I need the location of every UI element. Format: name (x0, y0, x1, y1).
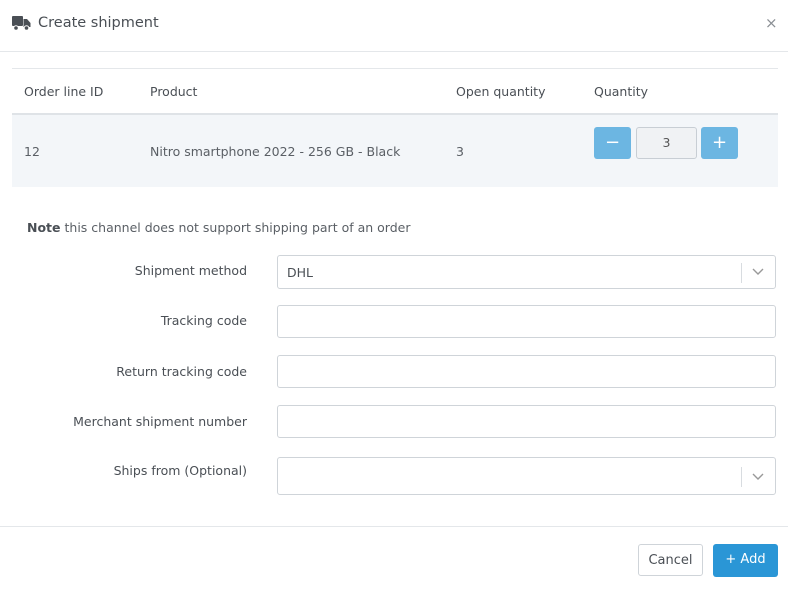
header-order-line-id: Order line ID (12, 68, 150, 115)
header-quantity: Quantity (594, 68, 778, 115)
chevron-down-icon (752, 268, 764, 275)
shipment-method-value: DHL (287, 265, 313, 280)
quantity-stepper: − 3 + (594, 127, 778, 161)
tracking-code-input[interactable] (277, 305, 776, 338)
add-button[interactable]: + Add (713, 544, 778, 577)
shipment-method-label: Shipment method (134, 263, 247, 278)
select-separator (741, 467, 742, 487)
return-tracking-code-input[interactable] (277, 355, 776, 388)
table-header-row: Order line ID Product Open quantity Quan… (12, 68, 778, 115)
cell-open-quantity: 3 (456, 114, 594, 187)
cell-quantity: − 3 + (594, 114, 778, 187)
merchant-shipment-number-input[interactable] (277, 405, 776, 438)
merchant-shipment-number-label: Merchant shipment number (73, 414, 247, 429)
close-icon[interactable]: × (765, 14, 778, 32)
cell-product: Nitro smartphone 2022 - 256 GB - Black (150, 114, 456, 187)
return-tracking-code-label: Return tracking code (116, 364, 247, 379)
quantity-input[interactable]: 3 (636, 127, 697, 159)
table-row: 12 Nitro smartphone 2022 - 256 GB - Blac… (12, 114, 778, 187)
note-text: this channel does not support shipping p… (60, 220, 411, 235)
decrease-quantity-button[interactable]: − (594, 127, 631, 159)
modal-header: Create shipment × (0, 0, 788, 52)
shipment-method-select[interactable]: DHL (277, 255, 776, 289)
increase-quantity-button[interactable]: + (701, 127, 738, 159)
footer-divider (0, 526, 788, 527)
select-separator (741, 263, 742, 283)
tracking-code-label: Tracking code (160, 313, 247, 328)
modal-title: Create shipment (38, 15, 159, 31)
ships-from-label: Ships from (Optional) (113, 463, 247, 478)
header-product: Product (150, 68, 456, 115)
chevron-down-icon (752, 473, 764, 480)
order-lines-table: Order line ID Product Open quantity Quan… (12, 68, 778, 187)
truck-icon (12, 16, 31, 31)
note-label: Note (27, 220, 61, 235)
cell-order-line-id: 12 (12, 114, 150, 187)
header-open-quantity: Open quantity (456, 68, 594, 115)
cancel-button[interactable]: Cancel (638, 544, 703, 576)
partial-shipping-note: Note this channel does not support shipp… (27, 220, 410, 235)
ships-from-select[interactable] (277, 457, 776, 495)
